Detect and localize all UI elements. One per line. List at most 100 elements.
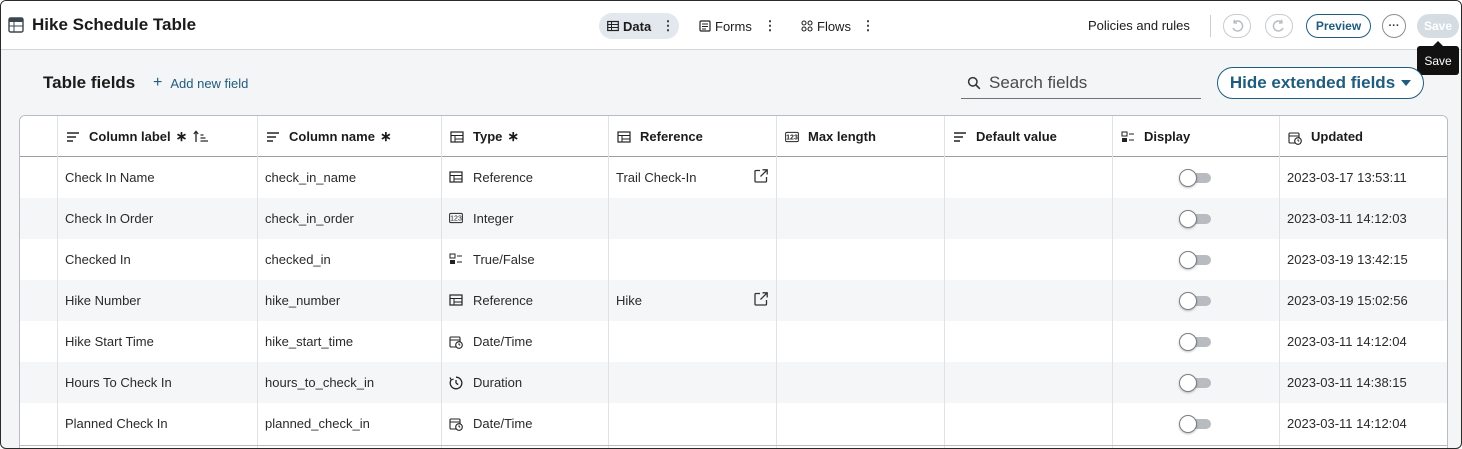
redo-icon [1272,19,1286,33]
cell-updated: 2023-03-19 13:42:15 [1287,239,1408,280]
column-header-label: Column label [89,129,171,144]
cell-updated-text: 2023-03-11 14:12:04 [1287,416,1407,431]
cell-updated: 2023-03-11 14:12:04 [1287,403,1407,444]
required-asterisk: ∗ [175,128,188,144]
tab-forms[interactable]: Forms [691,13,760,39]
cell-type-text: Duration [473,375,523,390]
table-row[interactable]: Check In Name check_in_name Reference Trail… [20,157,1447,198]
column-header-label: Column name [289,129,375,144]
number-icon: 123 [449,212,463,226]
tab-flows-label: Flows [817,18,851,34]
cell-type: Reference [449,157,533,198]
column-header-display[interactable]: Display [1121,116,1190,157]
grid-icon [449,170,463,185]
column-separator [441,116,442,448]
cell-updated: 2023-03-11 14:38:15 [1287,362,1407,403]
calendar-clock-icon [449,335,463,349]
table-row[interactable]: Hours To Check In hours_to_check_in Durati… [20,362,1447,403]
toggle-knob [1179,251,1197,269]
cell-column-label-text: Check In Name [65,170,155,185]
column-header-max-length[interactable]: 123 Max length [785,116,876,157]
table-row[interactable]: Check In Order check_in_order 123 Integer 20… [20,198,1447,239]
display-toggle[interactable] [1179,415,1212,433]
cell-column-label: Hike Start Time [65,321,154,362]
calendar-clock-icon [449,417,463,431]
page-title: Hike Schedule Table [32,15,197,34]
column-separator [1112,116,1113,448]
cell-column-label-text: Checked In [65,252,131,267]
display-toggle[interactable] [1179,251,1212,269]
tab-forms-menu-icon[interactable]: ⋮ [763,14,777,38]
table-icon [607,20,619,32]
cell-column-label: Check In Order [65,198,153,239]
table-row[interactable]: Planned Check In planned_check_in Date/Tim… [20,403,1447,444]
cell-column-name: hike_number [265,280,340,321]
display-toggle[interactable] [1179,374,1212,392]
cell-type-text: Date/Time [473,416,533,431]
hide-extended-fields-button[interactable]: Hide extended fields [1217,67,1424,99]
cell-column-label-text: Hike Number [65,293,141,308]
column-header-default-value[interactable]: Default value [953,116,1057,157]
table-row[interactable]: Checked In checked_in True/False 2023-03-19… [20,239,1447,280]
external-link-icon[interactable] [753,168,769,184]
external-link-icon[interactable] [753,291,769,307]
cell-column-label: Check In Name [65,157,155,198]
cell-column-name: hours_to_check_in [265,362,374,403]
cell-column-label-text: Hike Start Time [65,334,154,349]
text-lines-icon [266,131,280,143]
table-icon [8,17,24,33]
number-icon: 123 [785,131,799,143]
display-toggle[interactable] [1179,333,1212,351]
column-header-reference[interactable]: Reference [617,116,703,157]
cell-column-name: checked_in [265,239,331,280]
table-bottom-border [20,445,1447,446]
tab-data-label: Data [623,18,652,34]
add-new-field-label: Add new field [170,75,249,91]
grid-icon [450,130,464,143]
table-row[interactable]: Hike Number hike_number Reference Hike 2023-… [20,280,1447,321]
divider [1210,15,1211,37]
preview-button[interactable]: Preview [1306,14,1371,38]
save-button[interactable]: Save [1417,14,1459,38]
toggle-knob [1179,169,1197,187]
sort-ascending-icon[interactable] [193,130,209,143]
policies-and-rules-link[interactable]: Policies and rules [1088,18,1190,33]
cell-type-text: Integer [473,211,514,226]
cell-type: Date/Time [449,321,532,362]
column-header-updated[interactable]: Updated [1288,116,1363,157]
display-toggle[interactable] [1179,292,1212,310]
cell-type: Date/Time [449,403,532,444]
search-input[interactable] [989,72,1189,93]
column-header-label: Max length [808,129,876,144]
add-new-field-button[interactable]: + Add new field [153,75,248,91]
hide-extended-fields-label: Hide extended fields [1229,73,1396,92]
display-toggle[interactable] [1179,210,1212,228]
display-toggle[interactable] [1179,169,1212,187]
svg-text:123: 123 [450,215,462,222]
caret-down-icon [1401,80,1412,86]
column-header-column-name[interactable]: Column name ∗ [266,116,392,157]
cell-reference: Hike [616,280,642,321]
fields-table: Column label ∗ Column name ∗ Type ∗ Reference 1… [19,115,1448,448]
cell-type: 123 Integer [449,198,513,239]
search-field[interactable] [961,67,1201,99]
cell-column-label-text: Planned Check In [65,416,168,431]
cell-type: Reference [449,280,533,321]
column-header-label: Type [473,129,503,144]
tab-data-menu-icon[interactable]: ⋮ [661,14,675,38]
table-row[interactable]: Hike Start Time hike_start_time Date/Time 2… [20,321,1447,362]
cell-column-name-text: check_in_name [265,170,357,185]
cell-updated-text: 2023-03-11 14:38:15 [1287,375,1407,390]
tab-flows[interactable]: Flows [793,13,859,39]
svg-text:123: 123 [786,134,798,141]
column-header-type[interactable]: Type ∗ [450,116,519,157]
undo-button[interactable] [1223,14,1251,38]
more-options-button[interactable]: ··· [1382,14,1406,38]
tab-flows-menu-icon[interactable]: ⋮ [861,14,875,38]
cell-updated: 2023-03-19 15:02:56 [1287,280,1408,321]
cell-column-name-text: planned_check_in [265,416,370,431]
redo-button[interactable] [1265,14,1293,38]
cell-column-label: Checked In [65,239,131,280]
column-header-column-label[interactable]: Column label ∗ [66,116,209,157]
cell-type-text: True/False [473,252,535,267]
